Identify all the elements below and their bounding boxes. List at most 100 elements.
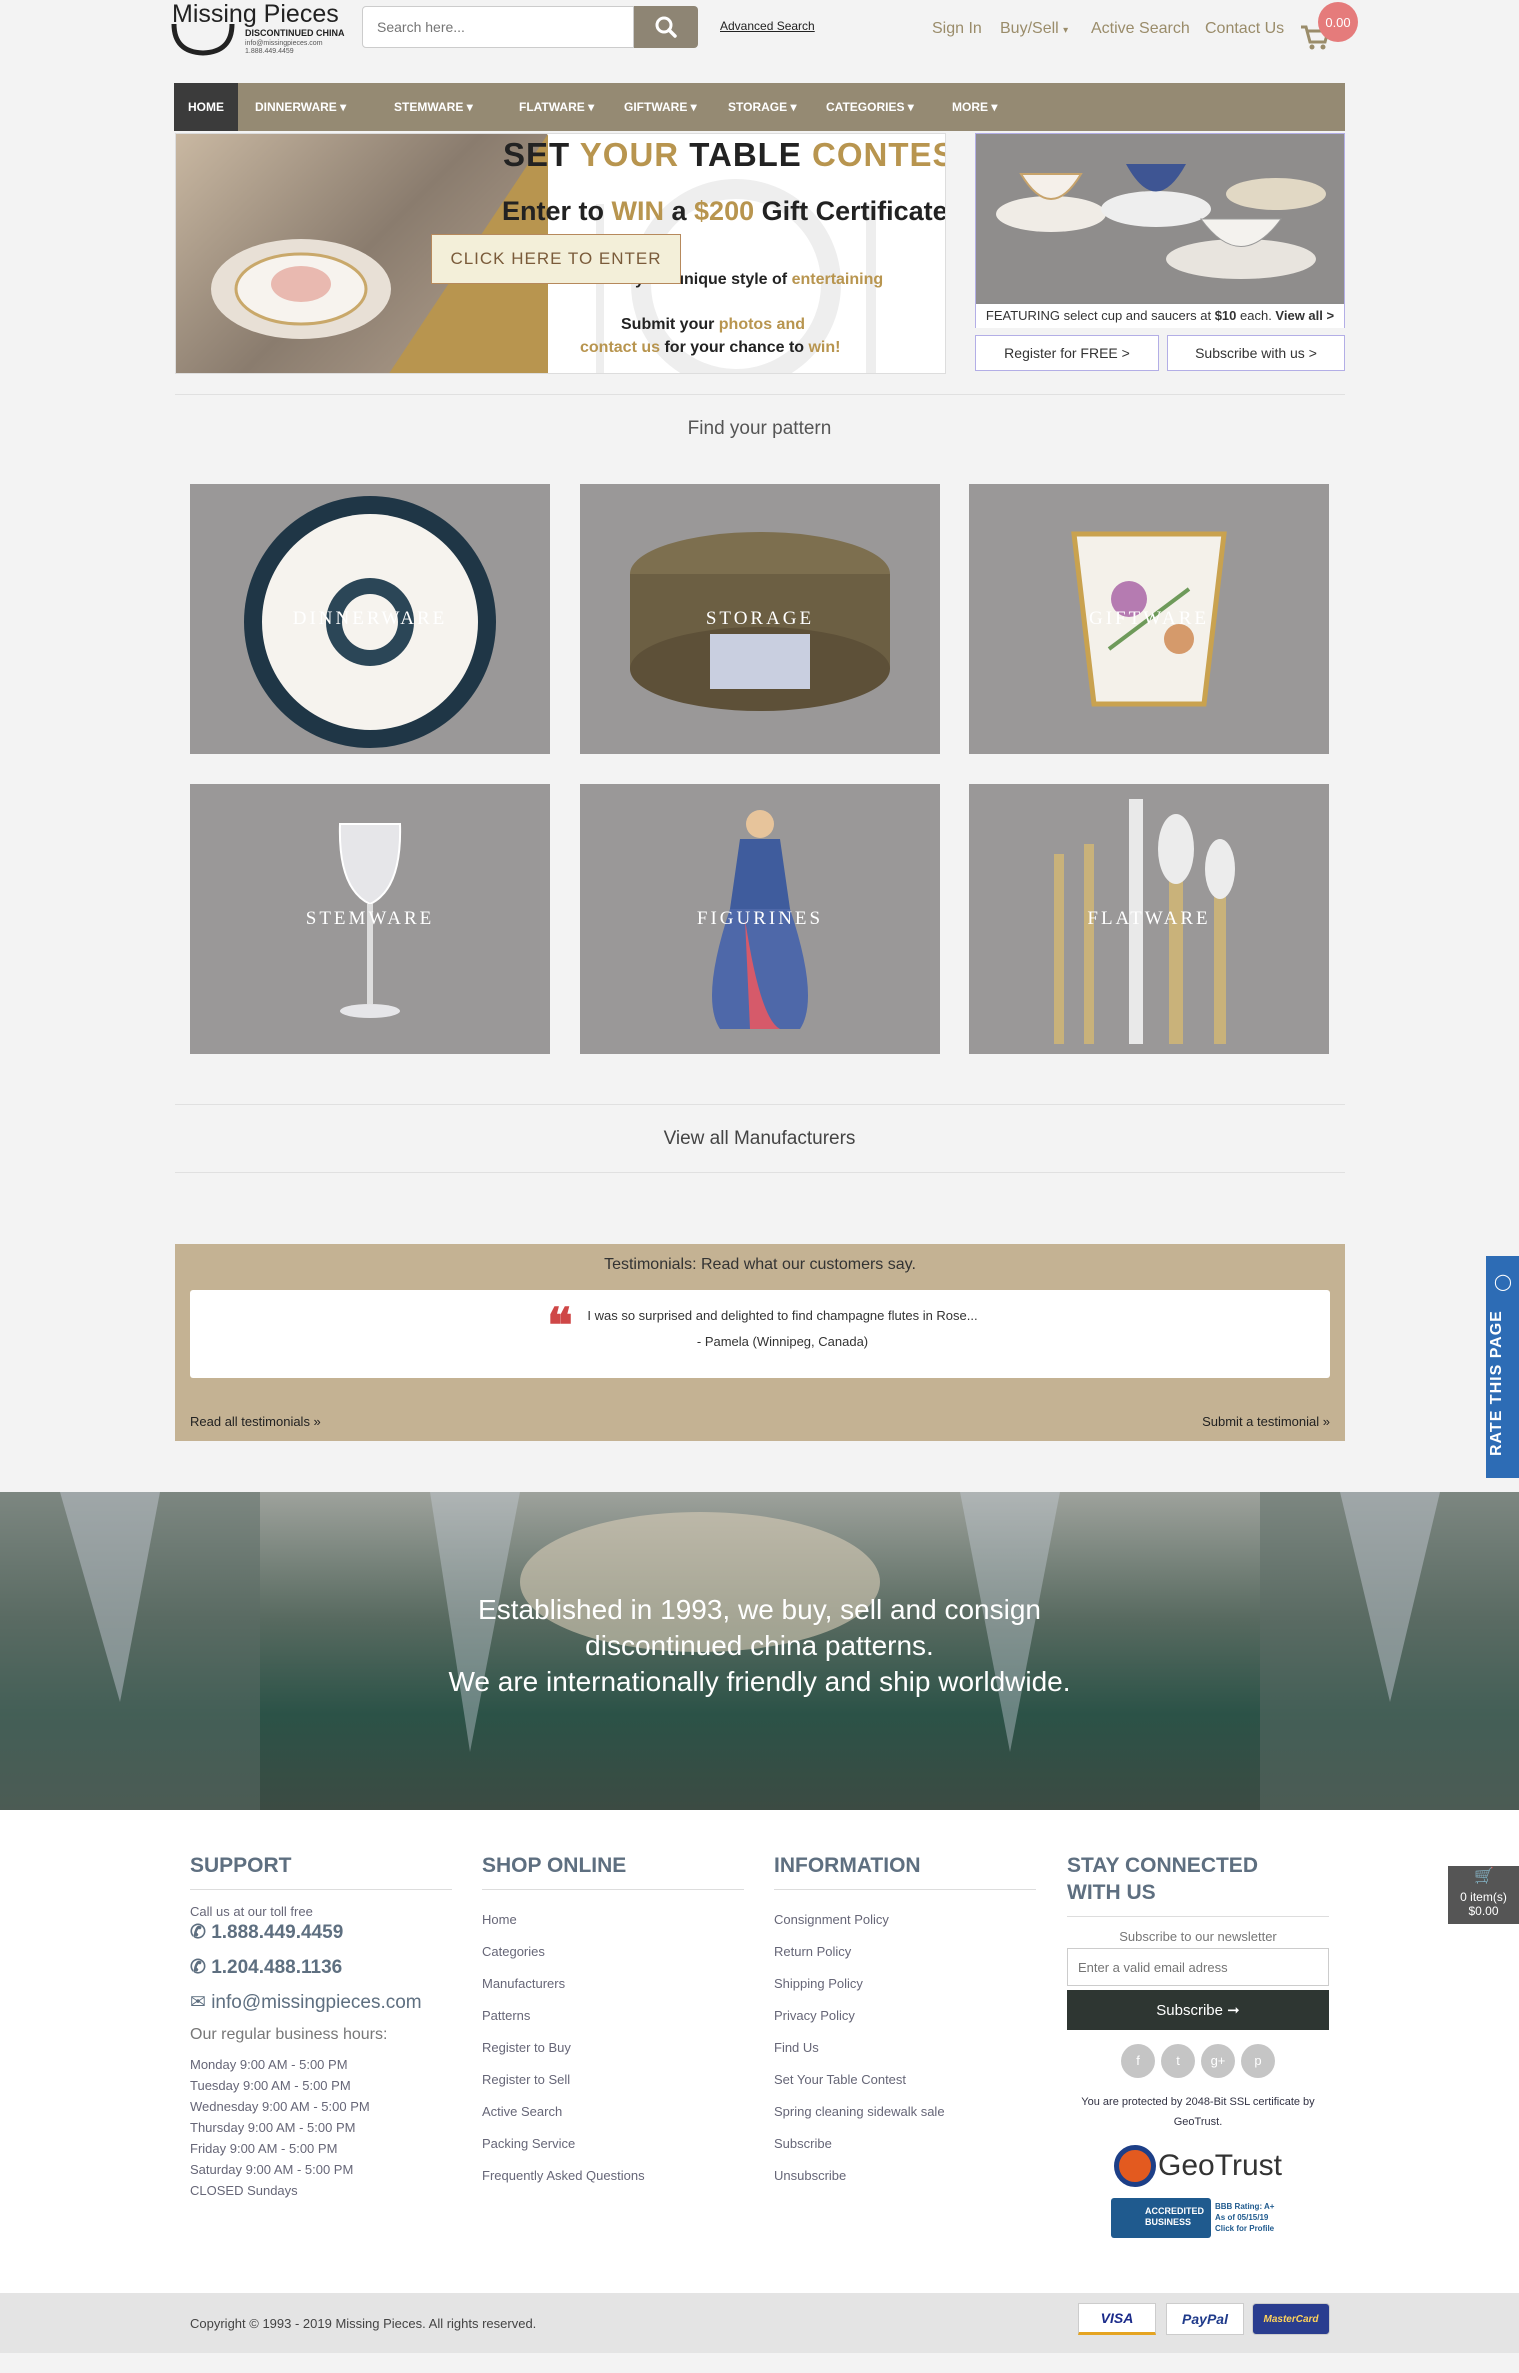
site-logo[interactable]: Missing Pieces DISCONTINUED CHINA info@m… (170, 0, 345, 58)
footer-link-active-search[interactable]: Active Search (482, 2096, 744, 2128)
cups-saucers-image (976, 134, 1344, 302)
paypal-icon: PayPal (1166, 2303, 1244, 2335)
footer-heading: INFORMATION (774, 1852, 1036, 1890)
footer-link-subscribe[interactable]: Subscribe (774, 2128, 1036, 2160)
hours-row: Friday 9:00 AM - 5:00 PM (190, 2141, 338, 2156)
pinterest-icon[interactable]: p (1241, 2044, 1275, 2078)
geotrust-badge[interactable]: GeoTrust (1108, 2142, 1288, 2190)
footer-link-packing[interactable]: Packing Service (482, 2128, 744, 2160)
bbb-text: ACCREDITED (1145, 2206, 1205, 2216)
footer-link-return[interactable]: Return Policy (774, 1936, 1036, 1968)
buy-sell-label: Buy/Sell (1000, 20, 1059, 37)
footer-link-register-buy[interactable]: Register to Buy (482, 2032, 744, 2064)
footer-heading: SUPPORT (190, 1852, 452, 1890)
view-all-link[interactable]: View all > (1275, 308, 1334, 323)
ssl-notice: You are protected by 2048-Bit SSL certif… (1067, 2092, 1329, 2132)
footer-heading-line: WITH US (1067, 1881, 1156, 1904)
advanced-search-link[interactable]: Advanced Search (720, 19, 815, 33)
nav-categories[interactable]: CATEGORIES ▾ (812, 83, 928, 131)
geotrust-logo-icon (1114, 2145, 1157, 2187)
footer-link-unsubscribe[interactable]: Unsubscribe (774, 2160, 1036, 2192)
footer-link-contest[interactable]: Set Your Table Contest (774, 2064, 1036, 2096)
tile-label: DINNERWARE (292, 608, 448, 629)
submit-testimonial-link[interactable]: Submit a testimonial » (1202, 1414, 1330, 1429)
geotrust-text: GeoTrust (1158, 2149, 1282, 2182)
footer-link-categories[interactable]: Categories (482, 1936, 744, 1968)
footer-link-home[interactable]: Home (482, 1904, 744, 1936)
hours-list: Monday 9:00 AM - 5:00 PM Tuesday 9:00 AM… (190, 2054, 452, 2201)
featured-cups-panel[interactable]: FEATURING select cup and saucers at $10 … (975, 133, 1345, 328)
footer-link-sidewalk-sale[interactable]: Spring cleaning sidewalk sale (774, 2096, 1036, 2128)
google-plus-icon[interactable]: g+ (1201, 2044, 1235, 2078)
contact-us-link[interactable]: Contact Us (1205, 20, 1284, 38)
newsletter-email-input[interactable] (1067, 1948, 1329, 1986)
sign-in-link[interactable]: Sign In (932, 20, 982, 38)
tile-flatware[interactable]: FLATWARE (969, 784, 1329, 1054)
click-to-enter-button[interactable]: CLICK HERE TO ENTER (431, 234, 681, 284)
tile-giftware[interactable]: GIFTWARE (969, 484, 1329, 754)
nav-dinnerware[interactable]: DINNERWARE ▾ (241, 83, 360, 131)
search-button[interactable] (634, 6, 698, 48)
footer-link-register-sell[interactable]: Register to Sell (482, 2064, 744, 2096)
featured-caption-text: each. (1236, 308, 1276, 323)
tile-stemware[interactable]: STEMWARE (190, 784, 550, 1054)
footer-link-privacy[interactable]: Privacy Policy (774, 2000, 1036, 2032)
nav-stemware[interactable]: STEMWARE ▾ (380, 83, 487, 131)
tile-storage[interactable]: STORAGE (580, 484, 940, 754)
footer-link-shipping[interactable]: Shipping Policy (774, 1968, 1036, 2000)
nav-more-label: MORE (952, 100, 988, 114)
tile-figurines[interactable]: FIGURINES (580, 784, 940, 1054)
phone-icon: ✆ (190, 1957, 206, 1978)
search-input[interactable] (362, 6, 634, 48)
rate-this-page-tab[interactable]: ◯ RATE THIS PAGE (1486, 1256, 1519, 1478)
nav-giftware[interactable]: GIFTWARE ▾ (610, 83, 711, 131)
footer-link-faq[interactable]: Frequently Asked Questions (482, 2160, 744, 2192)
nav-flatware-label: FLATWARE (519, 100, 585, 114)
read-all-testimonials-link[interactable]: Read all testimonials » (190, 1414, 321, 1429)
nav-storage[interactable]: STORAGE ▾ (714, 83, 811, 131)
testimonial-card: ❝ I was so surprised and delighted to fi… (190, 1290, 1330, 1378)
banner-subheadline: Enter to WIN a $200 Gift Certificate (502, 196, 945, 227)
active-search-link[interactable]: Active Search (1091, 20, 1190, 38)
footer-information: INFORMATION Consignment Policy Return Po… (774, 1852, 1036, 2192)
copyright-text: Copyright © 1993 - 2019 Missing Pieces. … (190, 2316, 537, 2331)
footer-link-consignment[interactable]: Consignment Policy (774, 1904, 1036, 1936)
register-free-button[interactable]: Register for FREE > (975, 335, 1159, 371)
hours-row: CLOSED Sundays (190, 2183, 298, 2198)
bbb-badge[interactable]: ACCREDITED BUSINESS BBB Rating: A+ As of 0… (1111, 2198, 1285, 2238)
bbb-text: BUSINESS (1145, 2217, 1192, 2227)
buy-sell-menu[interactable]: Buy/Sell ▾ (1000, 20, 1068, 38)
nav-categories-label: CATEGORIES (826, 100, 905, 114)
support-email[interactable]: ✉ info@missingpieces.com (190, 1991, 452, 2014)
call-text: Call us at our toll free (190, 1904, 313, 1919)
tile-dinnerware[interactable]: DINNERWARE (190, 484, 550, 754)
subscribe-button[interactable]: Subscribe with us > (1167, 335, 1345, 371)
banner-headline-part: TABLE (679, 136, 812, 173)
nav-more[interactable]: MORE ▾ (938, 83, 1011, 131)
caret-down-icon: ▾ (991, 100, 998, 114)
nav-flatware[interactable]: FLATWARE ▾ (505, 83, 608, 131)
view-all-manufacturers-link[interactable]: View all Manufacturers (0, 1128, 1519, 1150)
footer-link-patterns[interactable]: Patterns (482, 2000, 744, 2032)
banner-line3-part: entertaining (791, 271, 884, 288)
hours-row: Wednesday 9:00 AM - 5:00 PM (190, 2099, 370, 2114)
footer-link-manufacturers[interactable]: Manufacturers (482, 1968, 744, 2000)
testimonials-section: Testimonials: Read what our customers sa… (175, 1244, 1345, 1441)
banner-line5-part: for your chance to (660, 339, 809, 356)
divider (175, 1172, 1345, 1173)
banner-headline-part: YOUR (579, 136, 680, 173)
twitter-icon[interactable]: t (1161, 2044, 1195, 2078)
mini-cart-total: $0.00 (1468, 1904, 1499, 1918)
phone-1[interactable]: ✆ 1.888.449.4459 (190, 1921, 452, 1944)
newsletter-subscribe-button[interactable]: Subscribe ➞ (1067, 1990, 1329, 2030)
hero-message: Established in 1993, we buy, sell and co… (0, 1592, 1519, 1700)
ssl-text: You are protected by 2048-Bit SSL certif… (1081, 2096, 1315, 2108)
facebook-icon[interactable]: f (1121, 2044, 1155, 2078)
nav-home[interactable]: HOME (174, 83, 238, 131)
contest-banner[interactable]: SET YOUR TABLE CONTEST Enter to WIN a $2… (175, 133, 946, 374)
cart-total-badge[interactable]: 0.00 (1318, 2, 1358, 42)
mini-cart-widget[interactable]: 🛒 0 item(s) $0.00 (1448, 1866, 1519, 1924)
teacups-illustration (996, 164, 1326, 279)
phone-2[interactable]: ✆ 1.204.488.1136 (190, 1956, 452, 1979)
footer-link-find-us[interactable]: Find Us (774, 2032, 1036, 2064)
